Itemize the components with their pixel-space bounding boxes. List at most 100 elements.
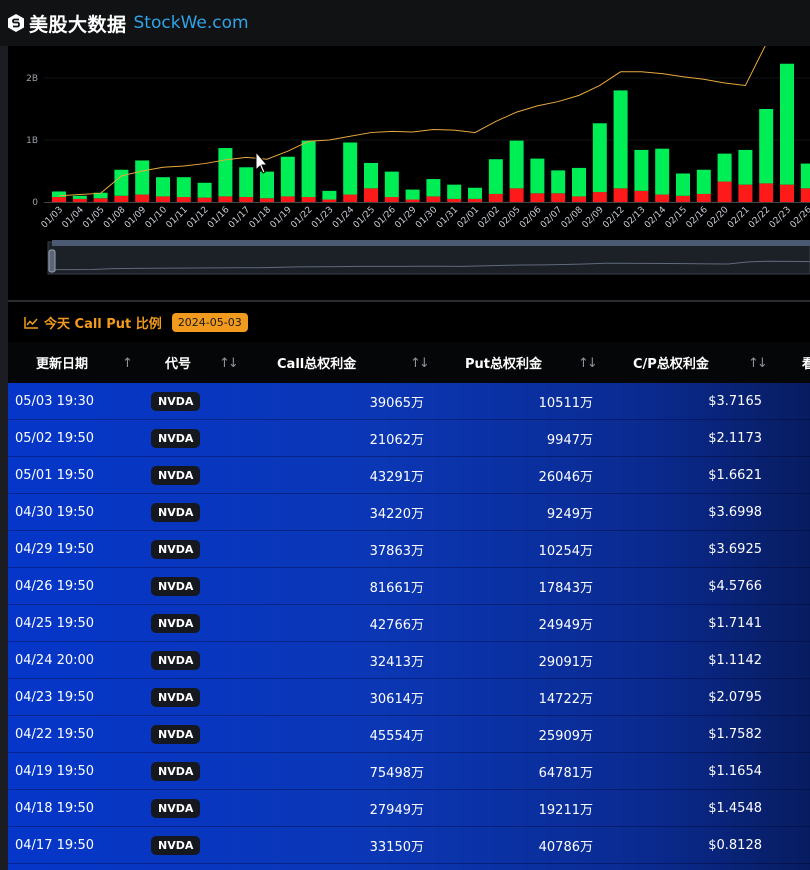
bar-call [447,184,462,199]
bar-call [114,169,129,196]
bar-put [405,199,420,202]
ticker-badge[interactable]: NVDA [151,688,201,707]
ticker-badge[interactable]: NVDA [151,503,201,522]
row-call-premium: 39065万 [369,396,424,411]
table-row[interactable]: 04/25 19:50 NVDA 42766万 24949万 $1.7141 [8,605,810,642]
table-row[interactable]: 04/19 19:50 NVDA 75498万 64781万 $1.1654 [8,753,810,790]
bar-put [260,198,274,202]
bar-call [676,173,690,196]
bar-call [488,159,503,194]
brand-name[interactable]: 美股大数据 [29,10,127,37]
bar-call [280,156,295,197]
y-tick-label: 1B [26,136,38,146]
ticker-badge[interactable]: NVDA [151,540,201,559]
call-put-table: 更新日期 ↑ 代号 ↑↓ Call总权利金 ↑↓ Put总权利金 ↑↓ C/P总… [8,342,810,870]
row-date: 04/19 19:50 [15,764,95,779]
x-tick-label: 02/08 [560,205,586,231]
table-row[interactable]: 04/30 19:50 NVDA 34220万 9249万 $3.6998 [8,494,810,531]
bar-put [447,198,462,202]
bar-put [364,188,378,202]
bar-call [592,123,607,193]
ticker-badge[interactable]: NVDA [151,725,201,744]
bar-put [572,196,586,202]
bar-call [655,148,670,195]
row-cp-ratio: $3.7165 [708,394,762,409]
row-put-premium: 9249万 [546,507,593,522]
x-tick-label: 02/15 [664,205,689,230]
table-row[interactable]: 04/18 19:50 NVDA 27949万 19211万 $1.4548 [8,790,810,827]
bar-put [530,193,545,202]
brand-domain[interactable]: StockWe.com [134,13,249,33]
sort-asc-icon[interactable]: ↑ [122,356,133,371]
row-date: 04/29 19:50 [15,542,95,557]
ticker-badge[interactable]: NVDA [151,799,201,818]
bar-call [405,189,420,200]
y-tick-label: 0 [32,198,38,208]
x-tick-label: 02/14 [643,205,669,231]
ticker-badge[interactable]: NVDA [151,836,201,855]
col-header-next[interactable]: 看 [802,342,810,383]
bar-call [509,140,524,189]
bar-put [343,194,358,202]
row-cp-ratio: $1.4548 [708,801,762,816]
ticker-badge[interactable]: NVDA [151,762,201,781]
table-row[interactable]: 04/26 19:50 NVDA 81661万 17843万 $4.5766 [8,568,810,605]
table-row[interactable]: 04/23 19:50 NVDA 30614万 14722万 $2.0795 [8,679,810,716]
y-tick-label: 2B [26,74,38,84]
bar-put [800,188,810,202]
bar-call [613,90,628,189]
ticker-badge[interactable]: NVDA [151,466,201,485]
col-header-cp-ratio[interactable]: C/P总权利金 [633,342,709,383]
zoom-slider-track [47,241,810,275]
bar-call [426,179,441,197]
table-row[interactable]: 05/03 19:30 NVDA 39065万 10511万 $3.7165 [8,383,810,420]
table-row[interactable]: 04/17 19:50 NVDA 33150万 40786万 $0.8128 [8,827,810,864]
row-call-premium: 30614万 [369,692,424,707]
row-call-premium: 43291万 [369,470,424,485]
bar-put [468,198,482,202]
x-tick-label: 01/04 [61,205,87,231]
zoom-slider-handle[interactable] [48,249,56,273]
x-tick-label: 02/20 [705,205,731,231]
row-date: 04/18 19:50 [15,801,95,816]
ticker-badge[interactable]: NVDA [151,577,201,596]
top-bar: 美股大数据 StockWe.com [0,0,810,46]
table-row[interactable]: 04/29 19:50 NVDA 37863万 10254万 $3.6925 [8,531,810,568]
ticker-badge[interactable]: NVDA [151,651,201,670]
table-body: 05/03 19:30 NVDA 39065万 10511万 $3.7165 05/02 … [8,383,810,870]
col-header-date[interactable]: 更新日期 [36,342,88,383]
row-cp-ratio: $3.6925 [708,542,762,557]
sort-icon[interactable]: ↑↓ [410,356,430,371]
col-header-call-premium[interactable]: Call总权利金 [277,342,356,383]
col-header-ticker[interactable]: 代号 [165,342,191,383]
x-tick-label: 01/11 [165,205,190,230]
x-tick-label: 01/08 [102,205,128,231]
bar-put [696,193,711,202]
col-header-put-premium[interactable]: Put总权利金 [465,342,542,383]
row-call-premium: 33150万 [369,840,424,855]
bar-call [72,195,87,199]
ticker-badge[interactable]: NVDA [151,614,201,633]
bar-put [239,197,254,202]
x-tick-label: 01/22 [289,205,314,230]
bar-put [676,195,690,202]
row-put-premium: 26046万 [538,470,593,485]
table-row[interactable]: 04/22 19:50 NVDA 45554万 25909万 $1.7582 [8,716,810,753]
bar-call [634,149,649,191]
x-tick-label: 02/07 [539,205,564,230]
bar-call [239,167,254,198]
bar-put [655,194,670,202]
ticker-badge[interactable]: NVDA [151,429,201,448]
table-row[interactable]: 05/01 19:50 NVDA 43291万 26046万 $1.6621 [8,457,810,494]
row-call-premium: 21062万 [369,433,424,448]
sort-icon[interactable]: ↑↓ [748,356,768,371]
bar-call [738,149,753,185]
sort-icon[interactable]: ↑↓ [578,356,598,371]
bar-call [260,171,274,199]
table-row[interactable]: 05/02 19:50 NVDA 21062万 9947万 $2.1173 [8,420,810,457]
bar-put [592,192,607,202]
ticker-badge[interactable]: NVDA [151,392,201,411]
table-row[interactable]: 04/24 20:00 NVDA 32413万 29091万 $1.1142 [8,642,810,679]
bar-put [322,199,337,202]
sort-icon[interactable]: ↑↓ [219,356,239,371]
